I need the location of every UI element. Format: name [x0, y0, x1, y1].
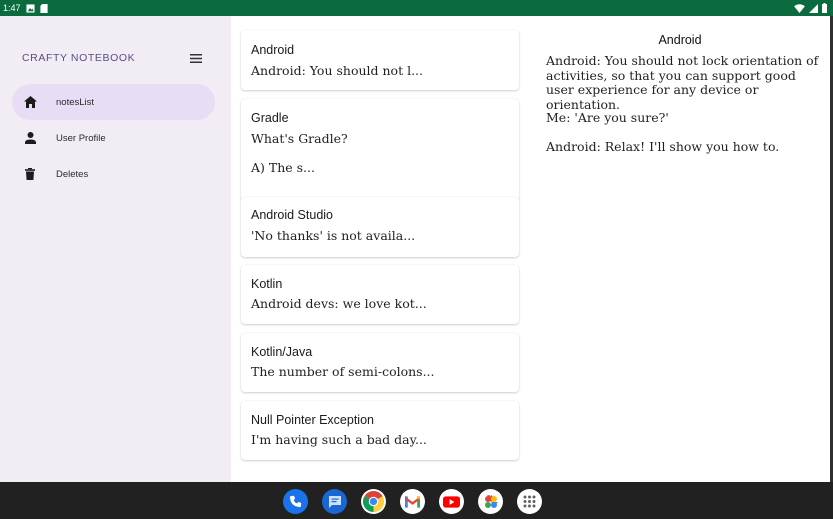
app-title: CRAFTY NOTEBOOK [22, 52, 136, 64]
note-title: Kotlin/Java [251, 345, 313, 359]
person-icon [23, 131, 37, 145]
status-time: 1:47 [3, 3, 21, 13]
messages-icon[interactable] [322, 489, 347, 514]
note-title: Android [251, 43, 295, 57]
nav-item-label: User Profile [56, 132, 106, 144]
note-preview: Android: You should not l... [251, 63, 423, 78]
trash-icon [23, 167, 37, 181]
taskbar [0, 482, 833, 519]
note-card[interactable]: Null Pointer Exception I'm having such a… [241, 401, 519, 460]
nav-item-label: notesList [56, 96, 95, 108]
home-icon [23, 95, 37, 109]
note-detail-panel: Android Android: You should not lock ori… [530, 16, 830, 482]
navigation-drawer: CRAFTY NOTEBOOK notesList User Profile D… [0, 16, 231, 482]
notes-list: Android Android: You should not l... Gra… [231, 16, 530, 482]
note-preview: 'No thanks' is not availa... [251, 228, 416, 243]
note-preview: Android devs: we love kot... [251, 296, 427, 311]
gmail-icon[interactable] [400, 489, 425, 514]
chrome-icon[interactable] [361, 489, 386, 514]
status-bar: 1:47 [0, 0, 833, 16]
note-title: Android Studio [251, 208, 334, 222]
note-detail-paragraph: Me: 'Are you sure?' [546, 110, 669, 125]
nav-item-deletes[interactable]: Deletes [12, 156, 215, 192]
note-preview: The number of semi-colons... [251, 364, 435, 379]
note-card[interactable]: Android Studio 'No thanks' is not availa… [241, 197, 519, 257]
note-detail-paragraph: Android: Relax! I'll show you how to. [546, 139, 780, 154]
battery-icon [822, 3, 827, 13]
note-preview-continued: A) The s... [251, 160, 315, 175]
drawer-header: CRAFTY NOTEBOOK [22, 50, 202, 66]
note-detail-paragraph: Android: You should not lock orientation… [546, 53, 819, 112]
note-card[interactable]: Kotlin Android devs: we love kot... [241, 265, 519, 324]
signal-icon [809, 3, 818, 13]
phone-icon[interactable] [283, 489, 308, 514]
wifi-icon [794, 3, 805, 13]
apps-grid-icon[interactable] [517, 489, 542, 514]
note-title: Gradle [251, 111, 289, 125]
note-preview: I'm having such a bad day... [251, 432, 427, 447]
note-card[interactable]: Kotlin/Java The number of semi-colons... [241, 333, 519, 392]
note-card[interactable]: Android Android: You should not l... [241, 30, 519, 90]
youtube-icon[interactable] [439, 489, 464, 514]
photos-icon[interactable] [478, 489, 503, 514]
photo-notification-icon [25, 3, 35, 13]
note-title: Null Pointer Exception [251, 413, 374, 427]
sd-card-notification-icon [39, 3, 48, 13]
note-title: Kotlin [251, 277, 283, 291]
nav-item-user-profile[interactable]: User Profile [12, 120, 215, 156]
menu-icon[interactable] [190, 53, 202, 63]
nav-item-notes-list[interactable]: notesList [12, 84, 215, 120]
note-detail-title: Android [658, 33, 702, 47]
note-card[interactable]: Gradle What's Gradle? A) The s... [241, 99, 519, 201]
note-preview: What's Gradle? [251, 131, 348, 146]
nav-item-label: Deletes [56, 168, 89, 180]
